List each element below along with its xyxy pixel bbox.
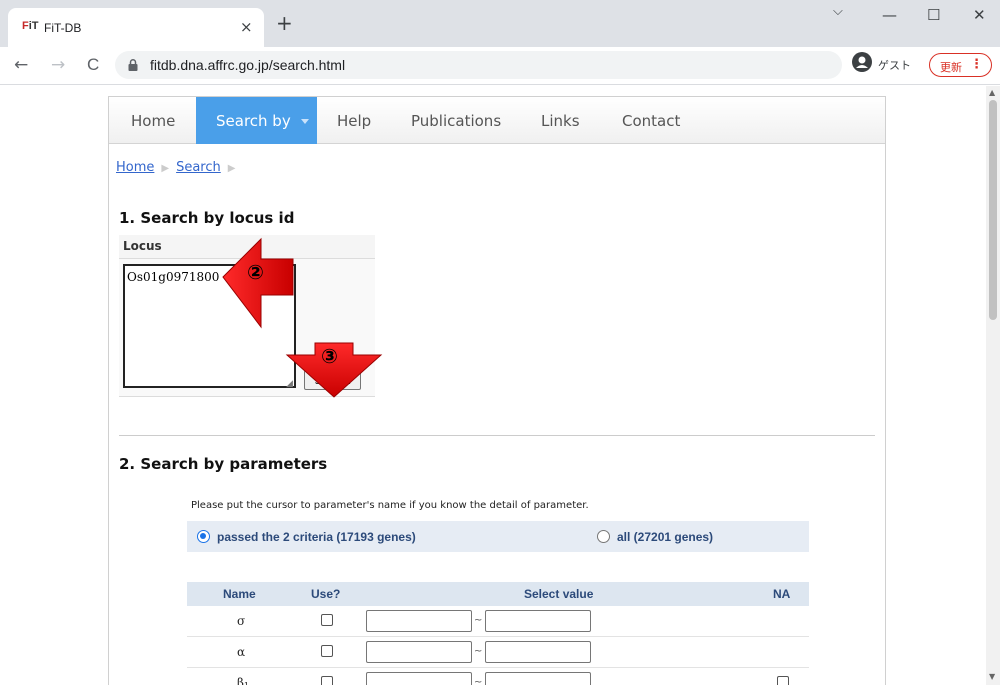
browser-tab[interactable]: FFiTiT FiT-DB ×	[8, 8, 264, 47]
address-bar[interactable]: fitdb.dna.affrc.go.jp/search.html	[115, 51, 842, 79]
param-name[interactable]: β₁	[237, 676, 249, 685]
scroll-up-icon[interactable]: ▲	[989, 88, 995, 97]
table-row: β₁ ~	[187, 668, 809, 685]
param-name[interactable]: σ	[237, 614, 245, 628]
param-name[interactable]: α	[237, 645, 245, 659]
back-icon[interactable]: ←	[14, 55, 28, 75]
site-navbar: Home Search by Help Publications Links C…	[109, 97, 885, 144]
parameter-hint: Please put the cursor to parameter's nam…	[191, 500, 589, 511]
range-tilde: ~	[474, 615, 483, 626]
use-checkbox[interactable]	[321, 614, 333, 626]
max-value-input[interactable]	[485, 672, 591, 685]
window-maximize-button[interactable]: ☐	[927, 6, 940, 24]
tab-title: FiT-DB	[44, 21, 82, 35]
step2-label: ②	[247, 260, 264, 284]
max-value-input[interactable]	[485, 641, 591, 663]
lock-icon	[128, 59, 138, 71]
gene-set-options: passed the 2 criteria (17193 genes) all …	[187, 521, 809, 552]
na-checkbox[interactable]	[777, 676, 789, 685]
page-scrollbar[interactable]: ▲ ▼	[986, 86, 1000, 685]
table-row: σ ~	[187, 606, 809, 637]
use-checkbox[interactable]	[321, 645, 333, 657]
parameter-table-header: Name Use? Select value NA	[187, 582, 809, 606]
radio-criteria-label[interactable]: passed the 2 criteria (17193 genes)	[217, 530, 416, 544]
tab-strip: FFiTiT FiT-DB × + ⌵ — ☐ ✕	[0, 0, 1000, 47]
nav-help[interactable]: Help	[337, 112, 371, 130]
caret-down-icon	[301, 119, 309, 124]
use-checkbox[interactable]	[321, 676, 333, 685]
radio-criteria[interactable]	[197, 530, 210, 543]
breadcrumb-home[interactable]: Home	[116, 160, 154, 175]
nav-contact[interactable]: Contact	[622, 112, 680, 130]
nav-publications[interactable]: Publications	[411, 112, 501, 130]
radio-all[interactable]	[597, 530, 610, 543]
nav-search-by[interactable]: Search by	[196, 97, 317, 144]
header-select-value: Select value	[524, 587, 594, 601]
breadcrumb: Home ▶ Search ▶	[116, 160, 242, 175]
radio-all-label[interactable]: all (27201 genes)	[617, 530, 713, 544]
parameter-search-heading: 2. Search by parameters	[119, 455, 328, 473]
breadcrumb-separator-icon: ▶	[227, 163, 236, 174]
section-divider	[119, 435, 875, 436]
forward-icon[interactable]: →	[51, 55, 65, 75]
breadcrumb-search[interactable]: Search	[176, 160, 221, 175]
site-favicon-icon: FFiTiT	[22, 20, 39, 32]
update-button[interactable]: 更新 ⋮	[929, 53, 992, 77]
guest-label[interactable]: ゲスト	[878, 57, 911, 73]
breadcrumb-separator-icon: ▶	[161, 163, 170, 174]
page-viewport: Home Search by Help Publications Links C…	[0, 86, 1000, 685]
scroll-thumb[interactable]	[989, 100, 997, 320]
min-value-input[interactable]	[366, 641, 472, 663]
range-tilde: ~	[474, 646, 483, 657]
range-tilde: ~	[474, 677, 483, 685]
header-name: Name	[223, 587, 256, 601]
locus-search-heading: 1. Search by locus id	[119, 209, 295, 227]
window-close-button[interactable]: ✕	[973, 6, 986, 24]
browser-toolbar: ← → C fitdb.dna.affrc.go.jp/search.html …	[0, 47, 1000, 85]
table-row: α ~	[187, 637, 809, 668]
min-value-input[interactable]	[366, 610, 472, 632]
nav-home[interactable]: Home	[131, 112, 175, 130]
page-container: Home Search by Help Publications Links C…	[108, 96, 886, 685]
step3-label: ③	[321, 344, 338, 368]
window-minimize-button[interactable]: —	[882, 6, 897, 24]
tab-close-icon[interactable]: ×	[240, 18, 253, 36]
menu-dots-icon: ⋮	[970, 57, 983, 72]
min-value-input[interactable]	[366, 672, 472, 685]
update-label: 更新	[940, 61, 962, 74]
reload-icon[interactable]: C	[87, 55, 99, 75]
header-use: Use?	[311, 587, 341, 601]
nav-search-by-label: Search by	[216, 112, 291, 130]
guest-profile-icon[interactable]	[852, 52, 872, 72]
max-value-input[interactable]	[485, 610, 591, 632]
url-text: fitdb.dna.affrc.go.jp/search.html	[150, 57, 346, 73]
header-na: NA	[773, 587, 791, 601]
new-tab-button[interactable]: +	[276, 13, 293, 33]
nav-links[interactable]: Links	[541, 112, 580, 130]
scroll-down-icon[interactable]: ▼	[989, 672, 995, 681]
tab-search-dropdown-icon[interactable]: ⌵	[833, 4, 843, 19]
